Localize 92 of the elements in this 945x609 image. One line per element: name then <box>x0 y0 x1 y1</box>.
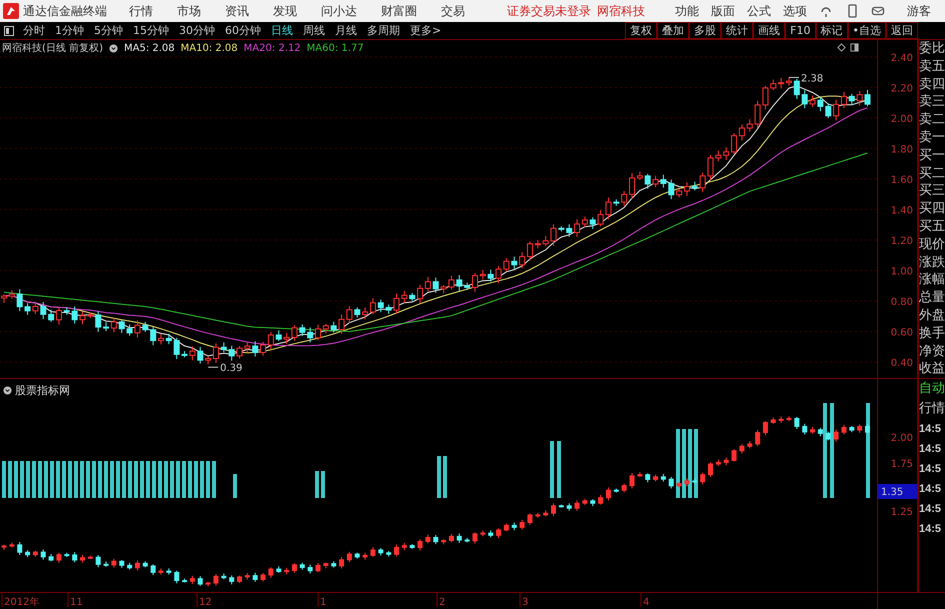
menu-item[interactable]: 交易 <box>441 2 465 20</box>
quote-field-label: 换手 <box>919 324 945 343</box>
menu-item[interactable]: 选项 <box>783 2 807 20</box>
time-axis-label: 11 <box>68 593 83 608</box>
period-tab[interactable]: 更多> <box>406 23 446 38</box>
quote-field-label: 委比 <box>919 40 945 58</box>
trade-time: 14:5 <box>919 522 942 537</box>
price-axis-label: 2.40 <box>890 53 913 64</box>
quote-field-label: 买一 <box>919 146 945 165</box>
toolbar-button[interactable]: 复权 <box>625 22 658 39</box>
quote-field-label: 涨幅 <box>919 271 945 290</box>
trade-time: 14:5 <box>919 422 942 437</box>
price-axis-label: 1.60 <box>890 175 913 186</box>
trade-time: 14:5 <box>919 482 942 497</box>
quote-field-label: 外盘 <box>919 306 945 325</box>
menu-item[interactable]: 发现 <box>273 2 297 20</box>
low-price-label: 0.39 <box>208 363 242 374</box>
menu-item[interactable]: 版面 <box>711 2 735 20</box>
price-axis-label: 1.80 <box>890 144 913 156</box>
period-tab[interactable]: 日线 <box>267 23 297 38</box>
toolbar-button[interactable]: 多股 <box>689 22 722 39</box>
current-price-tag: 1.35 <box>878 484 917 499</box>
time-axis-label: 12 <box>196 593 212 608</box>
moving-average-value: MA60: 1.77 <box>306 42 364 54</box>
moving-average-value: MA10: 2.08 <box>180 42 238 54</box>
period-tab[interactable]: 60分钟 <box>221 23 265 38</box>
panel-title: 行情 <box>919 400 945 418</box>
trade-time: 14:5 <box>919 442 942 457</box>
period-tab[interactable]: 月线 <box>331 23 361 38</box>
quote-field-label: 卖三 <box>919 93 945 112</box>
price-axis-label: 1.75 <box>890 459 913 470</box>
quote-field-label: 涨跌 <box>919 254 945 272</box>
user-label[interactable]: 游客 <box>907 2 931 20</box>
period-tab[interactable]: 15分钟 <box>129 23 173 38</box>
quote-field-label: 总量 <box>919 289 945 307</box>
moving-average-value: MA5: 2.08 <box>124 42 175 54</box>
menu-item[interactable]: 功能 <box>675 2 699 20</box>
time-axis-label: 2012年 <box>2 593 40 608</box>
toolbar-button[interactable]: 统计 <box>721 22 754 39</box>
price-axis-label: 1.25 <box>890 507 913 518</box>
toolbar-button[interactable]: 标记 <box>816 22 848 39</box>
time-axis-label: 1 <box>318 593 326 608</box>
quote-field-label: 卖一 <box>919 128 945 147</box>
price-axis-label: 2.20 <box>890 84 913 94</box>
high-price-label: 2.38 <box>788 73 824 84</box>
quote-field-label: 卖二 <box>919 111 945 129</box>
period-tab[interactable]: 1分钟 <box>51 23 88 38</box>
toolbar-button[interactable]: 画线 <box>753 22 786 39</box>
quote-field-label: 现价 <box>919 236 945 254</box>
menu-item[interactable]: 行情 <box>129 2 153 20</box>
time-axis-label: 2 <box>436 593 446 608</box>
indicator-title: 股票指标网 <box>15 383 70 398</box>
trade-time: 14:5 <box>919 462 942 477</box>
toolbar-button[interactable]: F10 <box>785 22 816 39</box>
toolbar-button[interactable]: 返回 <box>886 22 918 39</box>
quote-field-label: 净资 <box>919 342 945 360</box>
period-tab[interactable]: 5分钟 <box>90 23 127 38</box>
price-axis-label: 0.40 <box>890 358 913 369</box>
toolbar-button[interactable]: •自选 <box>848 22 886 39</box>
menu-item[interactable]: 财富圈 <box>381 2 417 20</box>
moving-average-value: MA20: 2.12 <box>244 42 301 54</box>
quote-field-label: 卖五 <box>919 58 945 76</box>
quote-field-label: 买二 <box>919 164 945 182</box>
price-axis-label: 1.00 <box>890 266 913 278</box>
app-name: 通达信金融终端 <box>23 2 107 20</box>
price-axis-label: 2.00 <box>890 433 913 444</box>
menu-item[interactable]: 市场 <box>177 2 201 20</box>
period-tab[interactable]: 30分钟 <box>175 23 219 38</box>
trade-time: 14:5 <box>919 502 942 517</box>
price-axis-label: 2.00 <box>890 114 913 125</box>
quote-field-label: 买三 <box>919 182 945 200</box>
time-axis-label: 3 <box>520 593 528 608</box>
quote-field-label: 卖四 <box>919 76 945 94</box>
period-tab[interactable]: 多周期 <box>363 23 404 38</box>
price-axis-label: 1.20 <box>890 236 913 247</box>
price-axis-label: 0.80 <box>890 297 913 308</box>
price-axis-label: 1.40 <box>890 206 913 216</box>
menu-item[interactable]: 资讯 <box>225 2 249 20</box>
toolbar-button[interactable]: 叠加 <box>657 22 690 39</box>
time-axis-label: 4 <box>640 593 650 608</box>
quote-field-label: 买四 <box>919 200 945 218</box>
chart-title: 网宿科技(日线 前复权) <box>2 42 103 55</box>
period-tab[interactable]: 分时 <box>19 23 49 38</box>
quote-field-label: 收益 <box>919 360 945 378</box>
quote-field-label: 买五 <box>919 218 945 236</box>
price-axis-label: 0.60 <box>890 328 913 338</box>
menu-item[interactable]: 公式 <box>747 2 771 20</box>
menu-item[interactable]: 问小达 <box>321 2 357 20</box>
period-tab[interactable]: 周线 <box>299 23 329 38</box>
mode-label[interactable]: 自动 <box>919 379 945 399</box>
stock-name: 网宿科技 <box>597 2 645 20</box>
login-status: 证券交易未登录 <box>507 2 591 20</box>
